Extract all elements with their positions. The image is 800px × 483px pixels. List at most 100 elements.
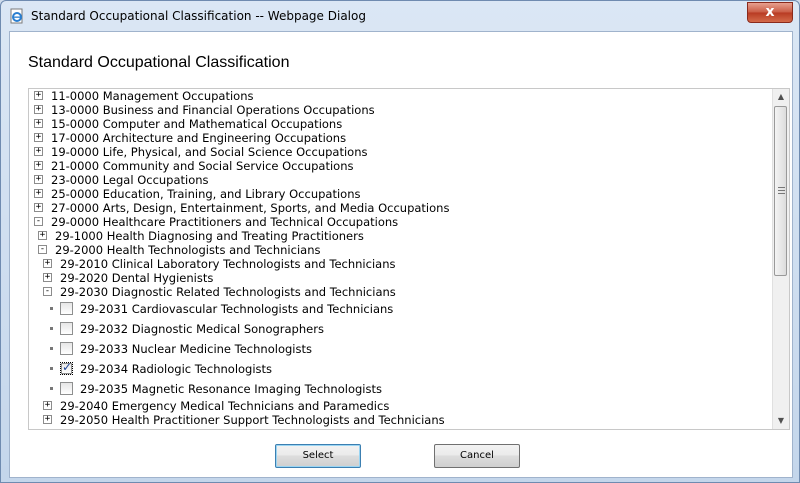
collapse-icon[interactable]: - <box>38 245 47 254</box>
occupation-code: 29-2010 <box>60 257 109 271</box>
tree-item-label[interactable]: 13-0000 Business and Financial Operation… <box>51 103 375 117</box>
tree-leaf-item[interactable]: 29-2033 Nuclear Medicine Technologists <box>29 339 771 359</box>
checkbox-icon[interactable] <box>60 342 73 355</box>
tree-node-item[interactable]: -29-0000 Healthcare Practitioners and Te… <box>29 215 771 229</box>
tree-leaf-item[interactable]: 29-2032 Diagnostic Medical Sonographers <box>29 319 771 339</box>
tree-leaf-item[interactable]: 29-2035 Magnetic Resonance Imaging Techn… <box>29 379 771 399</box>
occupation-code: 23-0000 <box>51 173 100 187</box>
expand-icon[interactable]: + <box>43 401 52 410</box>
tree-node-item[interactable]: +29-2040 Emergency Medical Technicians a… <box>29 399 771 413</box>
tree-node-item[interactable]: +17-0000 Architecture and Engineering Oc… <box>29 131 771 145</box>
tree-node-item[interactable]: +19-0000 Life, Physical, and Social Scie… <box>29 145 771 159</box>
occupation-title: Architecture and Engineering Occupations <box>102 131 347 145</box>
tree-item-label[interactable]: 19-0000 Life, Physical, and Social Scien… <box>51 145 367 159</box>
tree-node-item[interactable]: +29-2010 Clinical Laboratory Technologis… <box>29 257 771 271</box>
occupation-code: 29-2000 <box>55 243 104 257</box>
tree-item-label[interactable]: 29-2032 Diagnostic Medical Sonographers <box>80 322 324 336</box>
tree-node-item[interactable]: +23-0000 Legal Occupations <box>29 173 771 187</box>
expand-icon[interactable]: + <box>34 119 43 128</box>
tree-item-label[interactable]: 27-0000 Arts, Design, Entertainment, Spo… <box>51 201 449 215</box>
tree-item-label[interactable]: 21-0000 Community and Social Service Occ… <box>51 159 353 173</box>
occupation-title: Life, Physical, and Social Science Occup… <box>102 145 368 159</box>
occupation-title: Magnetic Resonance Imaging Technologists <box>131 382 382 396</box>
tree-line-dot <box>50 367 53 370</box>
occupation-code: 27-0000 <box>51 201 100 215</box>
tree-item-label[interactable]: 29-2034 Radiologic Technologists <box>80 362 272 376</box>
tree-item-label[interactable]: 17-0000 Architecture and Engineering Occ… <box>51 131 346 145</box>
occupation-title: Dental Hygienists <box>111 271 214 285</box>
tree-node-item[interactable]: +29-1000 Health Diagnosing and Treating … <box>29 229 771 243</box>
scroll-grip-icon <box>778 187 785 195</box>
collapse-icon[interactable]: - <box>43 287 52 296</box>
expand-icon[interactable]: + <box>34 105 43 114</box>
scroll-up-arrow[interactable]: ▲ <box>773 89 789 105</box>
tree-node-item[interactable]: +11-0000 Management Occupations <box>29 89 771 103</box>
expand-icon[interactable]: + <box>43 415 52 424</box>
tree-item-label[interactable]: 29-2050 Health Practitioner Support Tech… <box>60 413 445 427</box>
tree-item-label[interactable]: 25-0000 Education, Training, and Library… <box>51 187 360 201</box>
tree-item-label[interactable]: 29-2035 Magnetic Resonance Imaging Techn… <box>80 382 382 396</box>
expand-icon[interactable]: + <box>34 189 43 198</box>
title-bar[interactable]: Standard Occupational Classification -- … <box>1 1 799 31</box>
window-title: Standard Occupational Classification -- … <box>31 9 366 23</box>
tree-item-label[interactable]: 11-0000 Management Occupations <box>51 89 253 103</box>
occupation-title: Health Technologists and Technicians <box>106 243 321 257</box>
tree-item-label[interactable]: 29-2033 Nuclear Medicine Technologists <box>80 342 312 356</box>
occupation-code: 29-2035 <box>80 382 129 396</box>
tree-node-item[interactable]: +29-2050 Health Practitioner Support Tec… <box>29 413 771 427</box>
checkbox-icon[interactable] <box>60 382 73 395</box>
occupation-code: 29-2030 <box>60 285 109 299</box>
expand-icon[interactable]: + <box>34 133 43 142</box>
dialog-window: Standard Occupational Classification -- … <box>0 0 800 483</box>
tree-node-item[interactable]: +13-0000 Business and Financial Operatio… <box>29 103 771 117</box>
vertical-scrollbar[interactable]: ▲ ▼ <box>772 89 789 429</box>
expand-icon[interactable]: + <box>34 161 43 170</box>
occupation-code: 29-2020 <box>60 271 109 285</box>
tree-leaf-item[interactable]: 29-2031 Cardiovascular Technologists and… <box>29 299 771 319</box>
checkbox-icon[interactable]: ✓ <box>60 360 73 375</box>
tree-item-label[interactable]: 29-2040 Emergency Medical Technicians an… <box>60 399 389 413</box>
occupation-title: Emergency Medical Technicians and Parame… <box>111 399 390 413</box>
tree-item-label[interactable]: 29-2000 Health Technologists and Technic… <box>55 243 320 257</box>
tree-item-label[interactable]: 23-0000 Legal Occupations <box>51 173 209 187</box>
occupation-code: 25-0000 <box>51 187 100 201</box>
dialog-content: Standard Occupational Classification +11… <box>9 31 793 478</box>
occupation-code: 29-0000 <box>51 215 100 229</box>
occupation-code: 29-2034 <box>80 362 129 376</box>
tree-node-item[interactable]: -29-2030 Diagnostic Related Technologist… <box>29 285 771 299</box>
scroll-thumb[interactable] <box>774 106 787 276</box>
expand-icon[interactable]: + <box>34 147 43 156</box>
select-button[interactable]: Select <box>275 444 361 468</box>
tree-item-label[interactable]: 29-2020 Dental Hygienists <box>60 271 213 285</box>
checkbox-icon[interactable] <box>60 302 73 315</box>
tree-node-item[interactable]: +15-0000 Computer and Mathematical Occup… <box>29 117 771 131</box>
expand-icon[interactable]: + <box>34 175 43 184</box>
tree-node-item[interactable]: +29-2020 Dental Hygienists <box>29 271 771 285</box>
checkmark-icon: ✓ <box>62 360 73 374</box>
close-button[interactable]: x <box>747 2 793 23</box>
occupation-title: Healthcare Practitioners and Technical O… <box>102 215 399 229</box>
occupation-code: 29-2040 <box>60 399 109 413</box>
tree-node-item[interactable]: +27-0000 Arts, Design, Entertainment, Sp… <box>29 201 771 215</box>
expand-icon[interactable]: + <box>38 231 47 240</box>
cancel-button[interactable]: Cancel <box>434 444 520 468</box>
occupation-title: Business and Financial Operations Occupa… <box>102 103 375 117</box>
tree-item-label[interactable]: 15-0000 Computer and Mathematical Occupa… <box>51 117 342 131</box>
collapse-icon[interactable]: - <box>34 217 43 226</box>
tree-node-item[interactable]: +25-0000 Education, Training, and Librar… <box>29 187 771 201</box>
expand-icon[interactable]: + <box>43 259 52 268</box>
tree-item-label[interactable]: 29-0000 Healthcare Practitioners and Tec… <box>51 215 398 229</box>
tree-item-label[interactable]: 29-1000 Health Diagnosing and Treating P… <box>55 229 364 243</box>
expand-icon[interactable]: + <box>34 91 43 100</box>
tree-item-label[interactable]: 29-2030 Diagnostic Related Technologists… <box>60 285 396 299</box>
scroll-down-arrow[interactable]: ▼ <box>773 413 789 429</box>
expand-icon[interactable]: + <box>34 203 43 212</box>
tree-node-item[interactable]: -29-2000 Health Technologists and Techni… <box>29 243 771 257</box>
checkbox-icon[interactable] <box>60 322 73 335</box>
tree-item-label[interactable]: 29-2010 Clinical Laboratory Technologist… <box>60 257 395 271</box>
tree-node-item[interactable]: +21-0000 Community and Social Service Oc… <box>29 159 771 173</box>
tree-item-label[interactable]: 29-2031 Cardiovascular Technologists and… <box>80 302 393 316</box>
tree-line-dot <box>50 307 53 310</box>
expand-icon[interactable]: + <box>43 273 52 282</box>
tree-leaf-item[interactable]: ✓ 29-2034 Radiologic Technologists <box>29 359 771 379</box>
